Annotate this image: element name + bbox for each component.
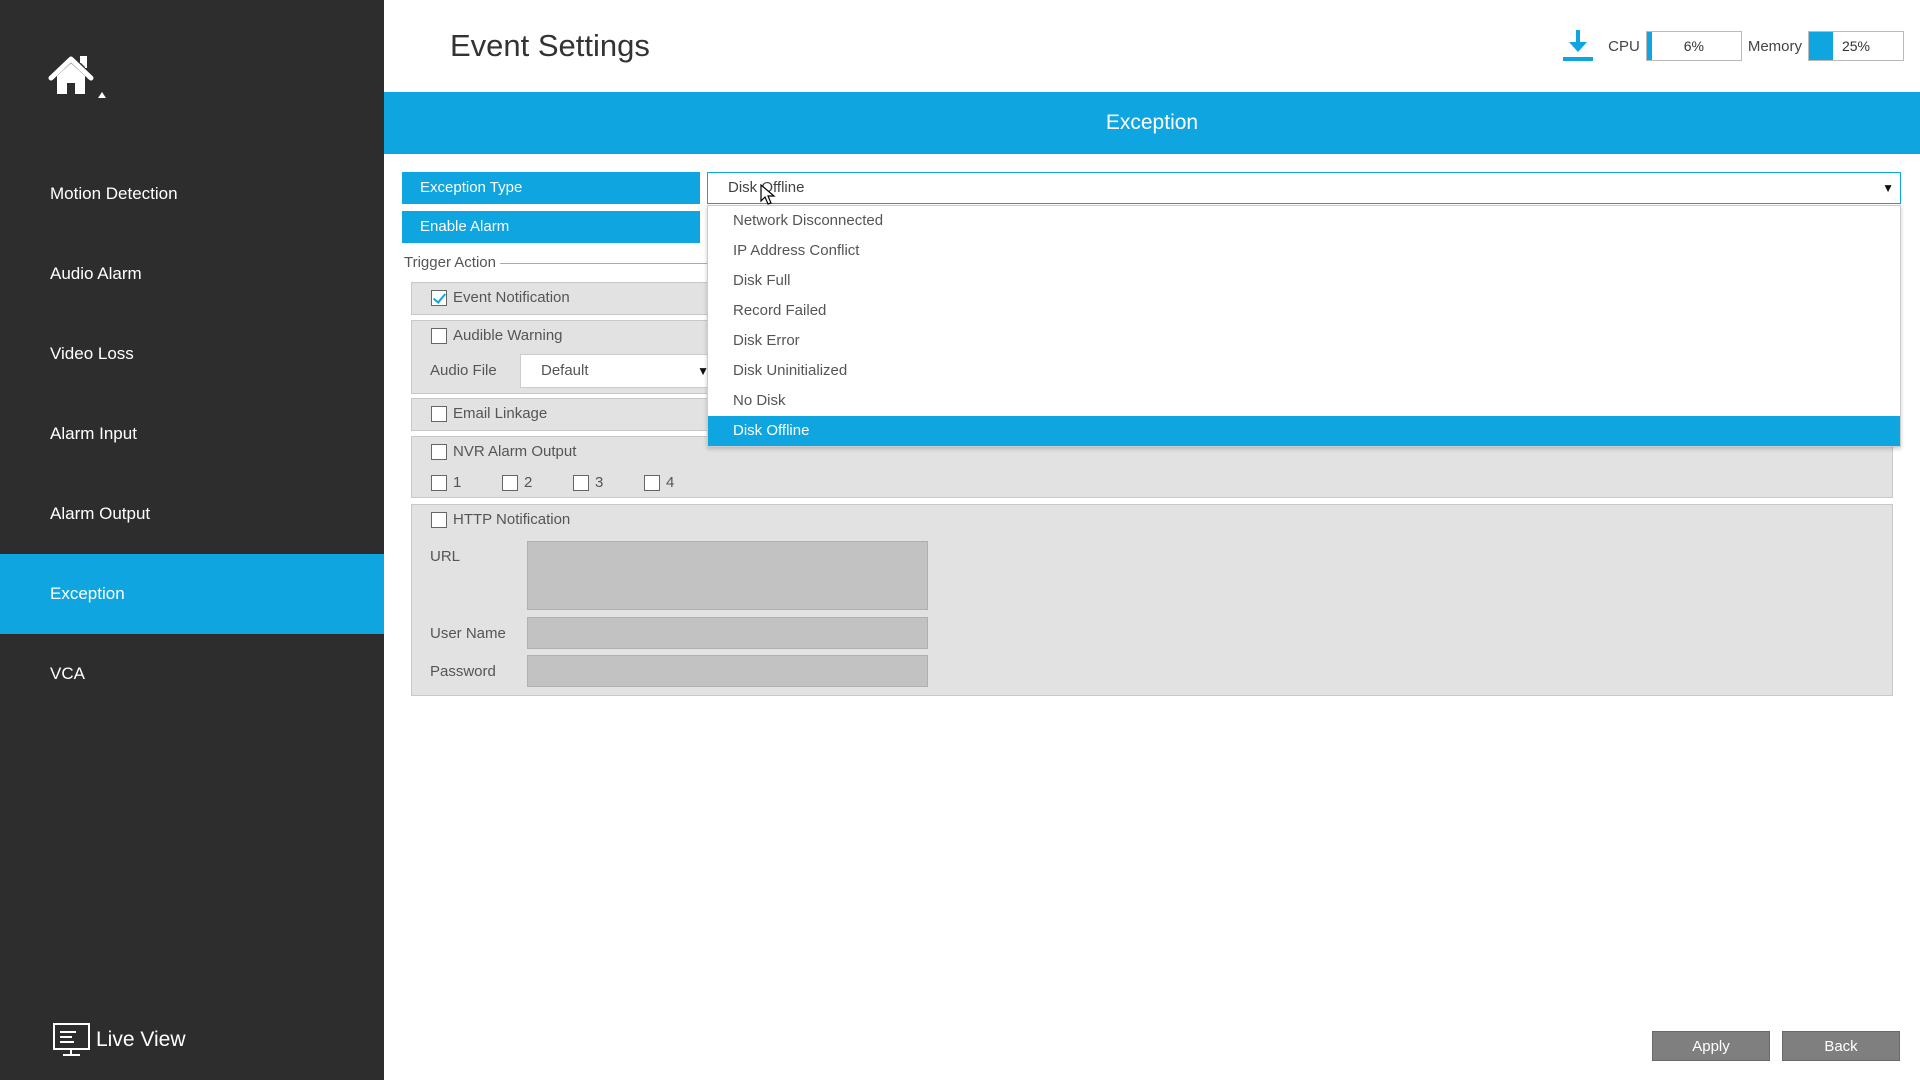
sidebar-nav: Motion Detection Audio Alarm Video Loss Ala… — [0, 154, 384, 714]
dropdown-option[interactable]: Disk Error — [708, 326, 1900, 356]
cpu-meter: 6% — [1645, 31, 1742, 61]
http-notification-checkbox[interactable] — [431, 511, 447, 528]
audible-warning-row: Audible Warning — [431, 327, 563, 344]
nvr-alarm-output-row: NVR Alarm Output — [431, 443, 576, 460]
exception-type-select[interactable]: Disk Offline ▼ — [707, 172, 1901, 204]
url-input[interactable] — [527, 541, 928, 610]
audible-warning-checkbox[interactable] — [431, 327, 447, 344]
alarm-output-option: 1 — [431, 474, 461, 491]
live-view-button[interactable]: Live View — [52, 1020, 186, 1060]
home-icon[interactable] — [48, 54, 112, 104]
alarm-output-label: 4 — [666, 474, 675, 491]
dropdown-option[interactable]: Disk Full — [708, 266, 1900, 296]
exception-type-dropdown-list: Network Disconnected IP Address Conflict D… — [707, 205, 1901, 447]
password-label: Password — [430, 663, 496, 680]
cpu-label: CPU — [1608, 37, 1640, 55]
alarm-output-2-checkbox[interactable] — [502, 474, 518, 491]
sidebar-item-alarm-output[interactable]: Alarm Output — [0, 474, 384, 554]
alarm-output-option: 3 — [573, 474, 603, 491]
section-title: Exception — [384, 92, 1920, 154]
back-button[interactable]: Back — [1782, 1031, 1900, 1061]
memory-label: Memory — [1747, 37, 1802, 55]
download-icon[interactable] — [1560, 28, 1596, 64]
alarm-output-label: 1 — [453, 474, 462, 491]
event-notification-row: Event Notification — [431, 289, 570, 306]
apply-button[interactable]: Apply — [1652, 1031, 1770, 1061]
sidebar: Motion Detection Audio Alarm Video Loss Ala… — [0, 0, 384, 1080]
password-input[interactable] — [527, 655, 928, 687]
sidebar-item-motion-detection[interactable]: Motion Detection — [0, 154, 384, 234]
dropdown-option[interactable]: IP Address Conflict — [708, 236, 1900, 266]
memory-value: 25% — [1841, 38, 1871, 54]
sidebar-item-video-loss[interactable]: Video Loss — [0, 314, 384, 394]
audio-file-value: Default — [541, 362, 589, 379]
audio-file-label: Audio File — [430, 362, 497, 379]
alarm-output-option: 2 — [502, 474, 532, 491]
url-label: URL — [430, 548, 461, 565]
http-notification-row: HTTP Notification — [431, 511, 570, 528]
nvr-alarm-output-label: NVR Alarm Output — [453, 443, 577, 460]
user-name-label: User Name — [430, 625, 506, 642]
alarm-output-1-checkbox[interactable] — [431, 474, 447, 491]
exception-type-label: Exception Type — [402, 172, 700, 204]
email-linkage-label: Email Linkage — [453, 405, 548, 422]
alarm-output-4-checkbox[interactable] — [644, 474, 660, 491]
trigger-action-label: Trigger Action — [404, 254, 500, 271]
mouse-cursor-icon — [760, 184, 776, 205]
live-view-label: Live View — [96, 1028, 186, 1051]
audio-file-select[interactable]: Default ▼ — [520, 354, 710, 388]
system-status: CPU 6% Memory 25% — [1560, 28, 1910, 64]
nvr-alarm-output-checkbox[interactable] — [431, 443, 447, 460]
sidebar-item-vca[interactable]: VCA — [0, 634, 384, 714]
sidebar-item-alarm-input[interactable]: Alarm Input — [0, 394, 384, 474]
alarm-output-label: 2 — [524, 474, 533, 491]
alarm-output-3-checkbox[interactable] — [573, 474, 589, 491]
email-linkage-row: Email Linkage — [431, 405, 547, 422]
alarm-output-label: 3 — [595, 474, 604, 491]
sidebar-item-exception[interactable]: Exception — [0, 554, 384, 634]
dropdown-option[interactable]: Record Failed — [708, 296, 1900, 326]
dropdown-option[interactable]: Disk Uninitialized — [708, 356, 1900, 386]
http-notification-label: HTTP Notification — [453, 511, 571, 528]
user-name-input[interactable] — [527, 617, 928, 649]
alarm-output-option: 4 — [644, 474, 674, 491]
dropdown-option[interactable]: Network Disconnected — [708, 206, 1900, 236]
memory-meter: 25% — [1808, 31, 1904, 61]
page-title: Event Settings — [450, 28, 650, 63]
dropdown-arrow-icon: ▼ — [1882, 181, 1894, 195]
monitor-icon — [53, 1023, 90, 1056]
enable-alarm-label: Enable Alarm — [402, 211, 700, 243]
dropdown-option[interactable]: Disk Offline — [708, 416, 1900, 446]
email-linkage-checkbox[interactable] — [431, 405, 447, 422]
sidebar-item-audio-alarm[interactable]: Audio Alarm — [0, 234, 384, 314]
event-notification-checkbox[interactable] — [431, 289, 447, 306]
dropdown-option[interactable]: No Disk — [708, 386, 1900, 416]
event-notification-label: Event Notification — [453, 289, 570, 306]
cpu-value: 6% — [1683, 38, 1704, 54]
audible-warning-label: Audible Warning — [453, 327, 563, 344]
